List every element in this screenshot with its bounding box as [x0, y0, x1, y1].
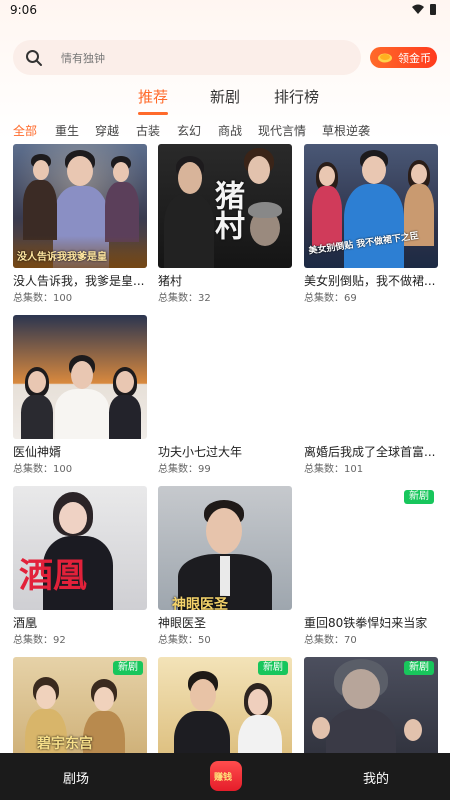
episode-count: 总集数：70 [304, 635, 357, 646]
coin-icon [378, 53, 392, 63]
episode-count: 总集数：100 [13, 293, 73, 304]
drama-poster: 没人告诉我我爹是皇 [13, 144, 147, 268]
drama-title: 猪村 [158, 274, 183, 288]
drama-poster [13, 315, 147, 439]
drama-poster: 新剧 [304, 486, 438, 610]
new-badge: 新剧 [404, 661, 434, 675]
tab-ranking[interactable]: 排行榜 [274, 86, 319, 107]
drama-card[interactable]: 神眼医圣 神眼医圣 总集数：50 [158, 486, 292, 646]
drama-poster [304, 315, 438, 439]
drama-poster: 美女别倒贴 我不做裙下之臣 [304, 144, 438, 268]
episode-count: 总集数：32 [158, 293, 211, 304]
tab-new[interactable]: 新剧 [210, 86, 240, 107]
search-placeholder: 情有独钟 [61, 52, 105, 65]
status-bar: 9:06 [0, 0, 450, 24]
claim-coins-label: 领金币 [398, 52, 431, 65]
app-screen: 9:06 情有独钟 领金币 推荐 新剧 排行榜 全部 重生 穿越 古装 玄幻 商… [0, 0, 450, 800]
new-badge: 新剧 [258, 661, 288, 675]
drama-title: 重回80铁拳悍妇来当家 [304, 616, 428, 630]
category-costume[interactable]: 古装 [136, 122, 160, 139]
category-all[interactable]: 全部 [13, 122, 37, 139]
drama-title: 没人告诉我，我爹是皇... [13, 274, 145, 288]
drama-poster: 神眼医圣 [158, 486, 292, 610]
bottom-nav-bar: 剧场 赚钱 我的 [0, 753, 450, 800]
drama-card[interactable]: 新剧 重回80铁拳悍妇来当家 总集数：70 [304, 486, 438, 646]
poster-title-text: 碧宇东宫 [37, 736, 93, 752]
drama-poster: 猪村 [158, 144, 292, 268]
search-bar[interactable]: 情有独钟 [13, 40, 361, 75]
category-fantasy[interactable]: 玄幻 [177, 122, 201, 139]
episode-count: 总集数：50 [158, 635, 211, 646]
drama-card[interactable]: 美女别倒贴 我不做裙下之臣 美女别倒贴，我不做裙... 总集数：69 [304, 144, 438, 304]
tab-recommend[interactable]: 推荐 [138, 86, 168, 107]
drama-card[interactable]: 酒凰 酒凰 总集数：92 [13, 486, 147, 646]
drama-card[interactable]: 功夫小七过大年 总集数：99 [158, 315, 292, 475]
category-underdog[interactable]: 草根逆袭 [322, 122, 370, 139]
drama-title: 神眼医圣 [158, 616, 207, 630]
earn-money-button[interactable]: 赚钱 [210, 761, 242, 791]
battery-icon [430, 4, 436, 15]
search-icon [26, 50, 42, 66]
wifi-icon [412, 4, 424, 14]
episode-count: 总集数：99 [158, 464, 211, 475]
claim-coins-button[interactable]: 领金币 [370, 47, 437, 68]
episode-count: 总集数：101 [304, 464, 364, 475]
drama-card[interactable]: 医仙神婿 总集数：100 [13, 315, 147, 475]
drama-poster [158, 315, 292, 439]
drama-card[interactable]: 没人告诉我我爹是皇 没人告诉我，我爹是皇... 总集数：100 [13, 144, 147, 304]
category-modern-romance[interactable]: 现代言情 [258, 122, 306, 139]
status-time: 9:06 [10, 3, 37, 17]
active-tab-indicator [138, 112, 168, 115]
category-filter: 全部 重生 穿越 古装 玄幻 商战 现代言情 草根逆袭 [0, 122, 450, 140]
drama-card[interactable]: 离婚后我成了全球首富... 总集数：101 [304, 315, 438, 475]
category-rebirth[interactable]: 重生 [55, 122, 79, 139]
drama-title: 功夫小七过大年 [158, 445, 243, 459]
drama-title: 离婚后我成了全球首富... [304, 445, 436, 459]
drama-poster: 酒凰 [13, 486, 147, 610]
episode-count: 总集数：69 [304, 293, 357, 304]
earn-money-label: 赚钱 [214, 773, 233, 783]
nav-mine[interactable]: 我的 [363, 768, 389, 787]
drama-title: 酒凰 [13, 616, 38, 630]
poster-title-text: 猪村 [209, 180, 244, 240]
episode-count: 总集数：100 [13, 464, 73, 475]
episode-count: 总集数：92 [13, 635, 66, 646]
drama-title: 美女别倒贴，我不做裙... [304, 274, 436, 288]
poster-title-text: 没人告诉我我爹是皇 [17, 252, 107, 263]
nav-theater[interactable]: 剧场 [63, 768, 89, 787]
poster-title-text: 酒凰 [19, 556, 87, 596]
drama-title: 医仙神婿 [13, 445, 62, 459]
main-tabs: 推荐 新剧 排行榜 [0, 86, 450, 118]
poster-title-text: 神眼医圣 [172, 597, 228, 610]
category-business[interactable]: 商战 [218, 122, 242, 139]
new-badge: 新剧 [113, 661, 143, 675]
new-badge: 新剧 [404, 490, 434, 504]
drama-card[interactable]: 猪村 猪村 总集数：32 [158, 144, 292, 304]
category-time-travel[interactable]: 穿越 [95, 122, 119, 139]
